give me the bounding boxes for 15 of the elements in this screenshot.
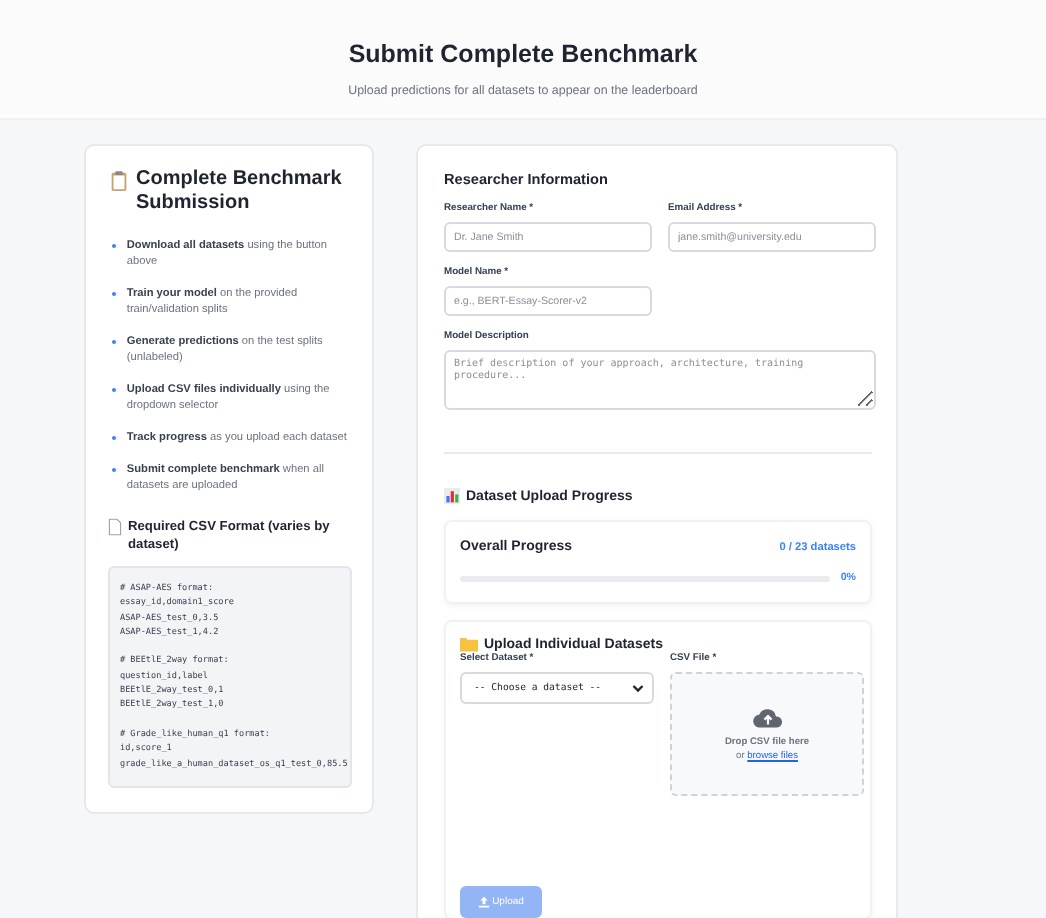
bullet-icon	[112, 244, 117, 249]
instructions-title: Complete Benchmark Submission	[136, 168, 344, 216]
bullet-icon	[112, 468, 117, 473]
cloud-upload-icon	[751, 706, 783, 730]
document-icon	[108, 518, 122, 536]
clipboard-icon	[108, 170, 130, 192]
bullet-icon	[112, 436, 117, 441]
chevron-icon	[632, 683, 644, 693]
upload-icon	[478, 896, 491, 908]
folder-icon	[460, 636, 478, 652]
bullet-icon	[112, 292, 117, 297]
bar-chart-icon	[444, 488, 460, 504]
page-title: Submit Complete Benchmark	[346, 40, 700, 68]
bullet-icon	[112, 388, 117, 393]
bullet-icon	[112, 340, 117, 345]
